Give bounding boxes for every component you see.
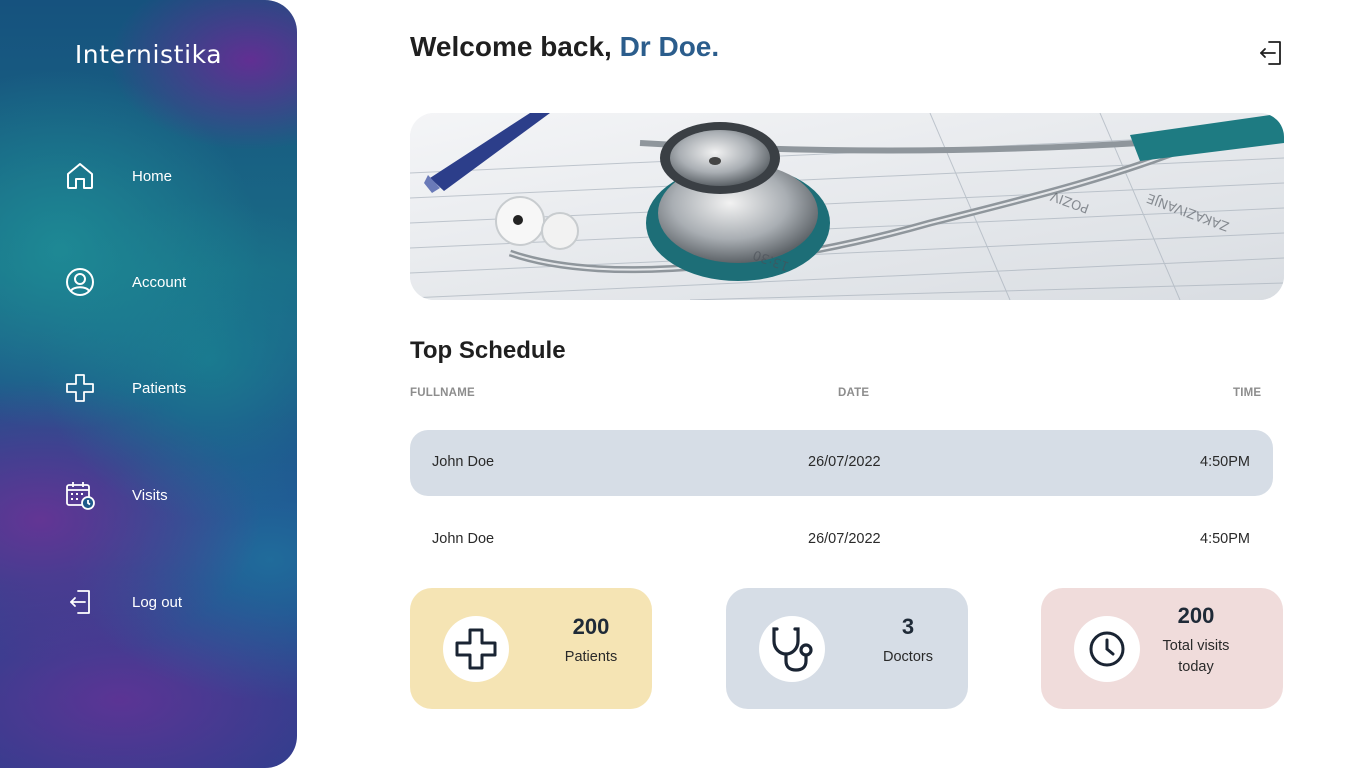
row-time: 4:50PM <box>1200 454 1250 470</box>
section-title: Top Schedule <box>410 337 566 364</box>
column-header-time: TIME <box>1233 387 1262 399</box>
sidebar-item-label: Patients <box>132 379 187 397</box>
row-fullname: John Doe <box>432 454 495 470</box>
home-icon <box>62 158 98 194</box>
sidebar-item-label: Home <box>132 167 173 185</box>
logout-icon <box>62 584 98 620</box>
sidebar-item-patients[interactable]: Patients <box>62 368 272 408</box>
sidebar-item-label: Visits <box>132 486 168 504</box>
plus-cross-icon <box>455 628 497 670</box>
page-title: Welcome back, Dr Doe. <box>410 31 719 63</box>
greeting-text: Welcome back, <box>410 31 620 62</box>
stat-label-line2: today <box>1178 659 1214 675</box>
stat-label: Doctors <box>883 649 933 665</box>
stat-label-line1: Total visits <box>1162 638 1230 654</box>
stat-card-patients: 200 Patients <box>410 588 652 709</box>
brand-logo: Internistika <box>74 40 223 69</box>
stethoscope-illustration: 13:30 POZIV ZAKAZIVANJE <box>410 113 1284 300</box>
row-time: 4:50PM <box>1200 531 1250 547</box>
stat-icon-wrapper <box>443 616 509 682</box>
calendar-clock-icon <box>62 477 98 513</box>
stat-icon-wrapper <box>759 616 825 682</box>
stat-label: Total visits today <box>1141 636 1251 678</box>
row-date: 26/07/2022 <box>808 531 881 547</box>
stat-icon-wrapper <box>1074 616 1140 682</box>
banner-image: 13:30 POZIV ZAKAZIVANJE <box>410 113 1284 300</box>
stat-value: 3 <box>901 614 915 639</box>
plus-cross-icon <box>62 370 98 406</box>
row-date: 26/07/2022 <box>808 454 881 470</box>
clock-icon <box>1089 631 1125 667</box>
table-row[interactable]: John Doe 26/07/2022 4:50PM <box>410 430 1273 496</box>
stat-value: 200 <box>572 614 610 639</box>
row-fullname: John Doe <box>432 531 495 547</box>
table-row[interactable]: John Doe 26/07/2022 4:50PM <box>410 507 1273 573</box>
sidebar-item-label: Log out <box>132 593 183 611</box>
stethoscope-icon <box>772 627 813 672</box>
sidebar-item-logout[interactable]: Log out <box>62 582 272 622</box>
stat-card-doctors: 3 Doctors <box>726 588 968 709</box>
column-header-date: DATE <box>838 387 870 399</box>
sidebar-item-home[interactable]: Home <box>62 156 272 196</box>
user-name: Dr Doe. <box>619 31 720 62</box>
sidebar-item-visits[interactable]: Visits <box>62 475 272 515</box>
sidebar: Internistika Home Account Patients Visit… <box>0 0 297 768</box>
stat-value: 200 <box>1177 603 1215 628</box>
sidebar-item-account[interactable]: Account <box>62 262 272 302</box>
sidebar-item-label: Account <box>132 273 187 291</box>
stat-card-visits: 200 Total visits today <box>1041 588 1283 709</box>
logout-icon <box>1260 41 1281 65</box>
column-header-fullname: FULLNAME <box>410 387 475 399</box>
stat-label: Patients <box>564 649 618 665</box>
logout-button[interactable] <box>1256 39 1284 67</box>
user-circle-icon <box>62 264 98 300</box>
